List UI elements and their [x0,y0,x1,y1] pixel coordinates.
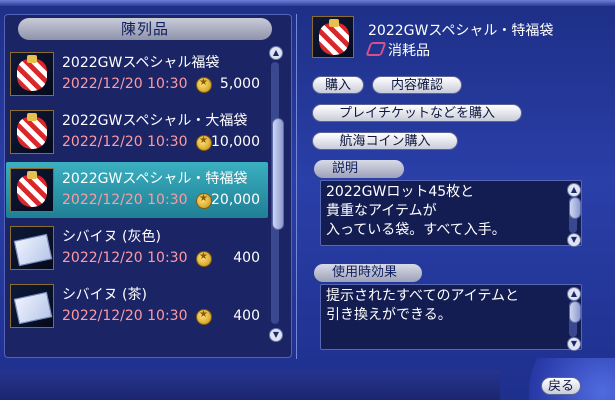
description-header: 説明 [314,160,404,178]
item-list: 2022GWスペシャル福袋 2022/12/20 10:30 5,000 202… [6,46,268,336]
buy-coin-button[interactable]: 航海コイン購入 [312,132,458,150]
scroll-thumb[interactable] [569,301,581,323]
item-name: シバイヌ (茶) [62,287,147,303]
item-name: 2022GWスペシャル・特福袋 [62,171,248,187]
item-name: 2022GWスペシャル・大福袋 [62,113,248,129]
description-scrollbar[interactable]: ▲ ▼ [567,183,581,247]
scroll-down-icon[interactable]: ▼ [567,337,581,351]
item-date: 2022/12/20 10:30 [62,250,188,266]
panel-divider [296,14,297,359]
coin-icon [196,251,212,267]
item-date: 2022/12/20 10:30 [62,192,188,208]
effect-line: 引き換えができる。 [326,307,452,323]
list-item[interactable]: シバイヌ (茶) 2022/12/20 10:30 400 [6,278,268,334]
back-button[interactable]: 戻る [541,377,581,395]
effect-scrollbar[interactable]: ▲ ▼ [567,287,581,351]
item-list-header: 陳列品 [18,18,272,40]
scroll-down-icon[interactable]: ▼ [567,233,581,247]
scroll-thumb[interactable] [272,118,284,230]
list-item-selected[interactable]: 2022GWスペシャル・特福袋 2022/12/20 10:30 20,000 [6,162,268,218]
item-price: 5,000 [219,76,260,92]
effect-box: 提示されたすべてのアイテムと 引き換えができる。 ▲ ▼ [320,284,582,351]
list-item[interactable]: シバイヌ (灰色) 2022/12/20 10:30 400 [6,220,268,276]
scroll-up-icon[interactable]: ▲ [567,183,581,197]
coin-icon [196,193,212,209]
detail-title: 2022GWスペシャル・特福袋 [368,23,554,39]
category-label: 消耗品 [388,43,430,59]
item-date: 2022/12/20 10:30 [62,76,188,92]
description-line: 貴重なアイテムが [326,203,437,219]
description-text: 2022GWロット45枚と 貴重なアイテムが入っている袋。すべて入手。 [326,183,506,240]
item-price: 400 [233,250,260,266]
item-price: 10,000 [211,134,260,150]
buy-play-ticket-button[interactable]: プレイチケットなどを購入 [312,104,522,122]
coin-icon [196,135,212,151]
description-line: 2022GWロット45枚と [326,184,475,200]
bottom-bar [0,370,500,400]
window-top-frame [0,0,615,6]
item-price: 20,000 [211,192,260,208]
scroll-track[interactable] [271,62,284,324]
item-date: 2022/12/20 10:30 [62,308,188,324]
item-name: シバイヌ (灰色) [62,229,161,245]
effect-text: 提示されたすべてのアイテムと 引き換えができる。 [326,287,519,325]
lucky-bag-icon [10,52,54,96]
scroll-up-icon[interactable]: ▲ [567,287,581,301]
list-item[interactable]: 2022GWスペシャル・大福袋 2022/12/20 10:30 10,000 [6,104,268,160]
buy-button[interactable]: 購入 [312,76,364,94]
lucky-bag-icon [10,168,54,212]
item-name: 2022GWスペシャル福袋 [62,55,220,71]
item-price: 400 [233,308,260,324]
description-line: 入っている袋。すべて入手。 [326,222,506,238]
scroll-track[interactable] [569,197,581,233]
ticket-icon [10,284,54,328]
description-box: 2022GWロット45枚と 貴重なアイテムが入っている袋。すべて入手。 ▲ ▼ [320,180,582,247]
consumable-icon [365,42,387,56]
coin-icon [196,77,212,93]
coin-icon [196,309,212,325]
lucky-bag-icon [312,16,354,58]
inspect-button[interactable]: 内容確認 [372,76,462,94]
item-list-scrollbar[interactable]: ▲ ▼ [268,46,284,342]
ticket-icon [10,226,54,270]
effect-header: 使用時効果 [314,264,422,282]
list-item[interactable]: 2022GWスペシャル福袋 2022/12/20 10:30 5,000 [6,46,268,102]
scroll-up-icon[interactable]: ▲ [269,46,283,60]
scroll-down-icon[interactable]: ▼ [269,328,283,342]
detail-category: 消耗品 [365,40,430,60]
lucky-bag-icon [10,110,54,154]
scroll-thumb[interactable] [569,197,581,219]
scroll-track[interactable] [569,301,581,337]
effect-line: 提示されたすべてのアイテムと [326,288,520,304]
item-date: 2022/12/20 10:30 [62,134,188,150]
